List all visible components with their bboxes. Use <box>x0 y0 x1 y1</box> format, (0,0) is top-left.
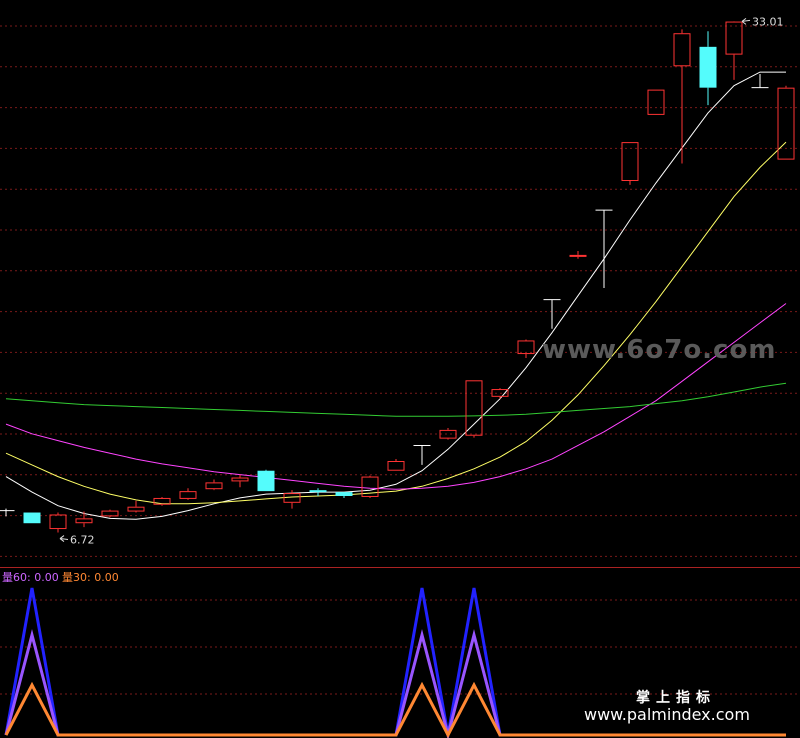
candle <box>751 74 769 89</box>
candle-body <box>725 21 743 55</box>
candle <box>75 511 93 528</box>
candle-body <box>127 506 145 512</box>
candle <box>621 142 639 185</box>
price-annotations: 33.01 6.72 <box>59 15 784 547</box>
candle <box>517 339 535 358</box>
ma-line-2 <box>5 141 787 505</box>
candle-body <box>517 340 535 355</box>
ma-line-1 <box>5 71 786 520</box>
high-arrow <box>741 17 751 25</box>
watermark-brand-url: www.palmindex.com <box>584 705 750 724</box>
watermark-center: www.6o7o.com <box>542 335 776 365</box>
moving-average-lines <box>5 71 787 520</box>
candle <box>569 251 587 259</box>
candle-body <box>179 491 197 499</box>
watermark-brand-cn: 掌上指标 <box>636 689 716 706</box>
legend-vol30: 量30: 0.00 <box>62 571 119 584</box>
candle-body <box>569 254 587 257</box>
candle <box>231 474 249 488</box>
candle-body <box>335 492 353 496</box>
candle <box>699 31 717 106</box>
candle <box>153 496 171 506</box>
candle <box>127 500 145 513</box>
candle <box>413 444 431 465</box>
high-price-label: 33.01 <box>752 15 784 28</box>
candle <box>387 459 405 471</box>
indicator-grid <box>0 599 800 695</box>
low-price-label: 6.72 <box>70 534 95 547</box>
ma-line-4 <box>5 382 787 417</box>
candle <box>0 508 15 517</box>
candle-body <box>309 490 327 493</box>
stock-chart: 33.01 6.72 量60: 0.00 量30: 0.00 www.6o7o.… <box>0 15 800 738</box>
candle-body <box>283 493 301 503</box>
candle <box>49 512 67 533</box>
candle <box>101 509 119 518</box>
candle-body <box>49 514 67 530</box>
candle <box>673 29 691 164</box>
candle <box>335 492 353 498</box>
candle <box>23 512 41 524</box>
candle <box>361 475 379 498</box>
candle <box>179 488 197 500</box>
legend-vol60: 量60: 0.00 <box>2 571 59 584</box>
candle-body <box>205 482 223 490</box>
candle <box>309 488 327 496</box>
candle-body <box>673 33 691 67</box>
candle-body <box>257 470 275 492</box>
candle-body <box>439 429 457 439</box>
candle <box>647 89 665 115</box>
candle-body <box>75 518 93 524</box>
candle-body <box>647 89 665 115</box>
candle <box>257 469 275 492</box>
candle-body <box>23 512 41 524</box>
candle <box>439 427 457 440</box>
candle <box>205 479 223 491</box>
candle-body <box>699 46 717 88</box>
grid-lines <box>0 25 800 557</box>
low-arrow <box>59 535 69 542</box>
candle-body <box>465 380 483 436</box>
candle-body <box>387 461 405 471</box>
candle <box>725 21 743 80</box>
candle-body <box>231 477 249 482</box>
